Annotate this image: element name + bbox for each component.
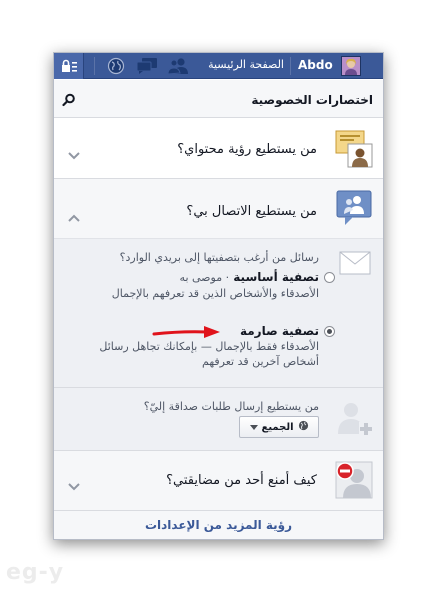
top-bar: الصفحة الرئيسية Abdo bbox=[54, 53, 383, 79]
contact-icon bbox=[335, 189, 373, 227]
friend-requests-setting: من يستطيع إرسال طلبات صداقة إليّ؟ الجميع bbox=[54, 387, 383, 451]
basic-filtering-label: تصفية أساسية bbox=[233, 270, 319, 284]
panel-title: اختصارات الخصوصية bbox=[251, 93, 373, 107]
who-can-see-title: من يستطيع رؤية محتواي؟ bbox=[177, 142, 317, 157]
messages-icon[interactable] bbox=[136, 57, 158, 75]
privacy-shortcuts-panel: الصفحة الرئيسية Abdo اختصارات الخصوصية م… bbox=[53, 52, 384, 540]
strict-filtering-description: الأصدقاء فقط بالإجمال — بإمكانك تجاهل رس… bbox=[99, 340, 319, 368]
add-friend-icon bbox=[335, 398, 375, 438]
avatar[interactable] bbox=[341, 56, 361, 76]
see-more-settings-link[interactable]: رؤية المزيد من الإعدادات bbox=[145, 518, 292, 532]
basic-filtering-option[interactable]: تصفية أساسية · موصى به الأصدقاء والأشخاص… bbox=[79, 269, 335, 301]
topbar-separator bbox=[290, 57, 291, 75]
block-row[interactable]: كيف أمنع أحد من مضايقتي؟ bbox=[54, 451, 383, 511]
basic-filtering-description: الأصدقاء والأشخاص الذين قد تعرفهم بالإجم… bbox=[111, 287, 319, 300]
block-icon bbox=[335, 461, 373, 499]
who-can-contact-row[interactable]: من يستطيع الاتصال بي؟ bbox=[54, 179, 383, 239]
audience-value: الجميع bbox=[261, 421, 294, 433]
envelope-icon bbox=[339, 251, 371, 275]
recommended-note: · موصى به bbox=[179, 271, 230, 284]
globe-icon[interactable] bbox=[107, 57, 125, 75]
basic-filtering-radio[interactable] bbox=[324, 272, 335, 283]
globe-small-icon bbox=[298, 420, 309, 434]
content-icon bbox=[335, 130, 373, 168]
topbar-separator bbox=[94, 57, 95, 75]
panel-header: اختصارات الخصوصية bbox=[54, 80, 383, 118]
chevron-down-icon[interactable] bbox=[68, 476, 80, 491]
red-arrow-annotation bbox=[152, 323, 224, 343]
friend-requests-question: من يستطيع إرسال طلبات صداقة إليّ؟ bbox=[143, 400, 319, 413]
audience-selector[interactable]: الجميع bbox=[239, 416, 319, 438]
who-can-see-row[interactable]: من يستطيع رؤية محتواي؟ bbox=[54, 119, 383, 179]
chevron-down-icon[interactable] bbox=[68, 145, 80, 160]
who-can-contact-title: من يستطيع الاتصال بي؟ bbox=[186, 204, 317, 219]
profile-name-link[interactable]: Abdo bbox=[298, 58, 333, 72]
inbox-filter-question: رسائل من أرغب بتصفيتها إلى بريدي الوارد؟ bbox=[119, 251, 319, 264]
privacy-lock-icon[interactable] bbox=[54, 53, 84, 79]
friends-icon[interactable] bbox=[166, 57, 190, 75]
watermark: eg-y bbox=[6, 560, 65, 585]
contact-settings-expanded: رسائل من أرغب بتصفيتها إلى بريدي الوارد؟… bbox=[54, 239, 383, 451]
search-icon[interactable] bbox=[62, 92, 76, 107]
chevron-up-icon[interactable] bbox=[68, 207, 80, 222]
block-title: كيف أمنع أحد من مضايقتي؟ bbox=[166, 473, 317, 488]
strict-filtering-radio[interactable] bbox=[324, 326, 335, 337]
panel-footer: رؤية المزيد من الإعدادات bbox=[54, 511, 383, 539]
home-link[interactable]: الصفحة الرئيسية bbox=[200, 58, 284, 72]
dropdown-arrow-icon bbox=[249, 422, 258, 433]
